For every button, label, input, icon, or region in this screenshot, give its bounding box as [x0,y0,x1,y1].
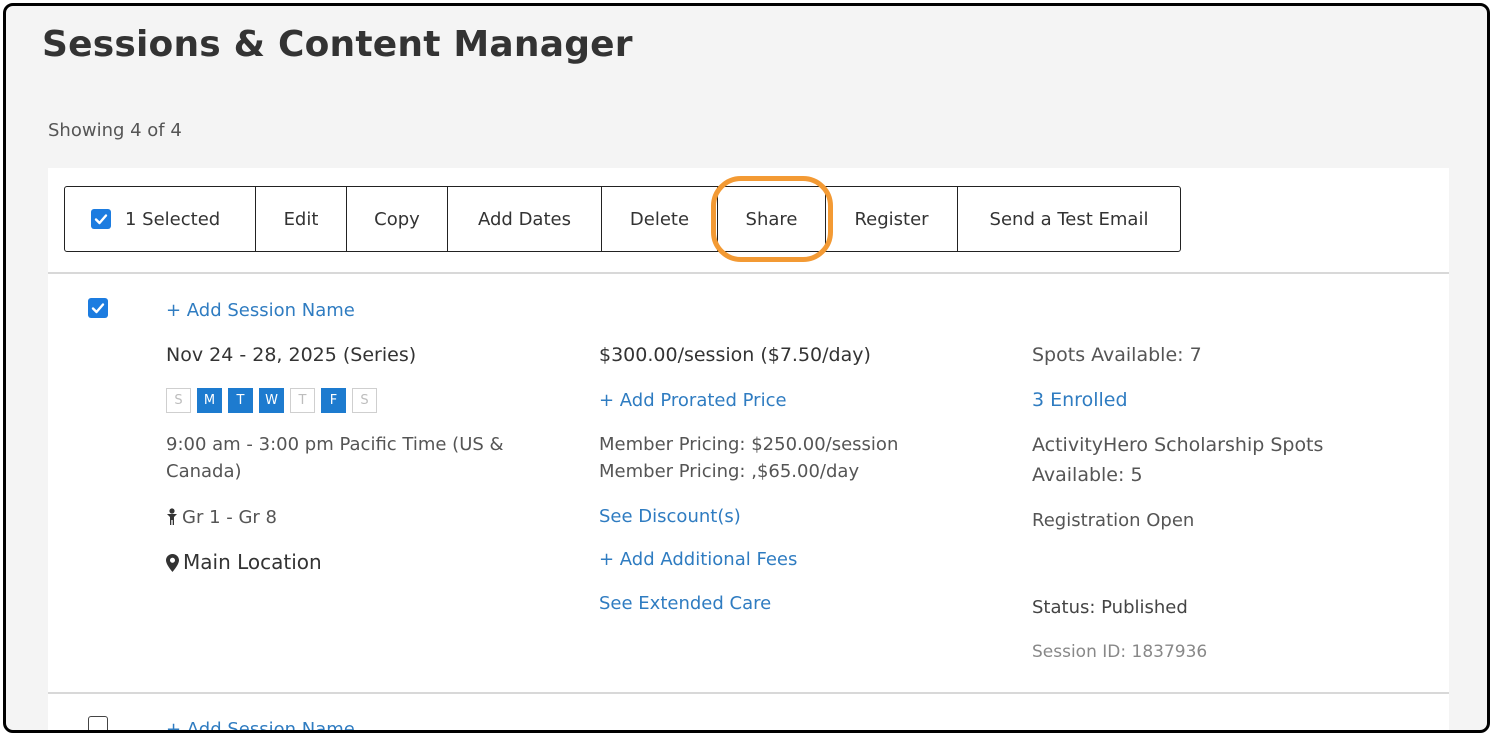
see-discounts-link[interactable]: See Discount(s) [599,506,741,527]
day-sunday: S [166,388,191,413]
child-icon [167,508,177,525]
day-monday: M [197,388,222,413]
session-checkbox[interactable] [88,298,108,318]
register-button[interactable]: Register [825,187,957,251]
spots-available: Spots Available: 7 [1032,344,1202,366]
add-session-name-link[interactable]: + Add Session Name [166,300,355,321]
enrolled-link[interactable]: 3 Enrolled [1032,389,1128,411]
add-session-name-link[interactable]: + Add Session Name [166,719,355,730]
location-label: Main Location [183,550,322,574]
member-pricing-day: Member Pricing: ,$65.00/day [599,461,860,482]
day-friday: F [321,388,346,413]
selected-checkbox[interactable] [91,209,111,229]
delete-button[interactable]: Delete [601,187,717,251]
map-pin-icon [166,554,179,572]
grade-range: Gr 1 - Gr 8 [166,507,277,528]
selected-count-label: 1 Selected [125,208,221,230]
publish-status: Status: Published [1032,597,1188,618]
scholarship-spots-line2: Available: 5 [1032,464,1143,486]
add-prorated-price-link[interactable]: + Add Prorated Price [599,390,787,411]
page-title: Sessions & Content Manager [42,24,633,65]
copy-button[interactable]: Copy [346,187,447,251]
add-dates-button[interactable]: Add Dates [447,187,601,251]
session-dates: Nov 24 - 28, 2025 (Series) [166,344,417,366]
divider [48,692,1449,694]
divider [48,272,1449,274]
session-location: Main Location [166,550,322,574]
day-saturday: S [352,388,377,413]
grade-range-label: Gr 1 - Gr 8 [182,507,277,528]
share-button[interactable]: Share [717,187,825,251]
session-checkbox[interactable] [88,716,108,730]
sessions-panel: 1 Selected Edit Copy Add Dates Delete Sh… [48,168,1449,730]
day-thursday: T [290,388,315,413]
session-price: $300.00/session ($7.50/day) [599,344,871,366]
bulk-action-toolbar: 1 Selected Edit Copy Add Dates Delete Sh… [64,186,1181,252]
edit-button[interactable]: Edit [255,187,346,251]
checkmark-icon [94,214,108,225]
member-pricing-session: Member Pricing: $250.00/session [599,434,899,455]
select-all-toggle[interactable]: 1 Selected [65,187,255,251]
registration-status: Registration Open [1032,510,1195,531]
add-additional-fees-link[interactable]: + Add Additional Fees [599,549,797,570]
day-tuesday: T [228,388,253,413]
scholarship-spots-line1: ActivityHero Scholarship Spots [1032,434,1324,456]
see-extended-care-link[interactable]: See Extended Care [599,593,771,614]
results-count: Showing 4 of 4 [48,120,182,141]
session-id: Session ID: 1837936 [1032,642,1208,662]
app-frame: Sessions & Content Manager Showing 4 of … [3,3,1490,733]
checkmark-icon [91,303,105,314]
session-time-line1: 9:00 am - 3:00 pm Pacific Time (US & [166,434,504,455]
session-time-line2: Canada) [166,461,242,482]
day-wednesday: W [259,388,284,413]
send-test-email-button[interactable]: Send a Test Email [957,187,1180,251]
weekday-selector: S M T W T F S [166,388,377,413]
